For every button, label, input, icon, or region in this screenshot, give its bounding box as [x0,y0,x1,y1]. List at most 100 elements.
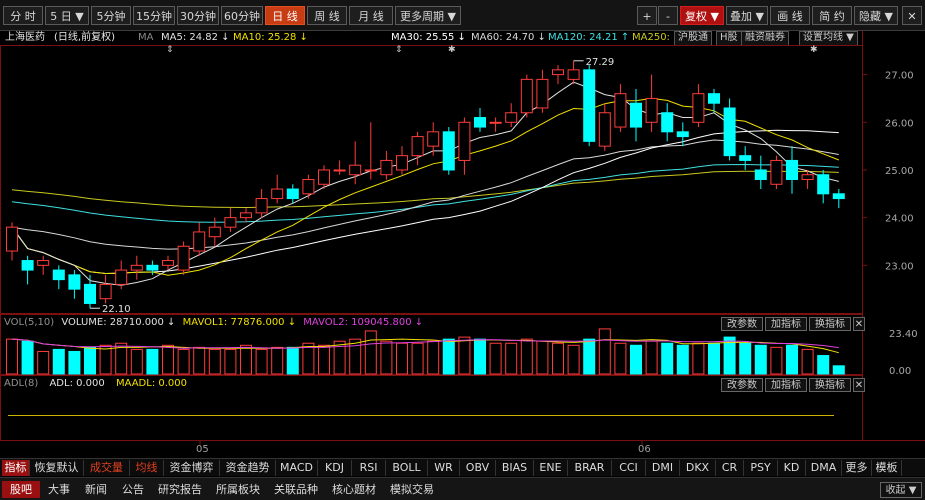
candle-body [520,78,533,114]
volume-bar [458,336,471,375]
indicator-tab-6[interactable]: MACD [276,460,318,476]
candle-body [177,245,190,271]
bottom-tab-2[interactable]: 新闻 [78,481,114,498]
indicator-tab-18[interactable]: CR [716,460,744,476]
volume-bar [286,346,299,375]
volume-bar [520,338,533,375]
volume-bar [474,338,486,375]
candle-body [458,121,471,161]
volume-bar [396,342,408,375]
bottom-tab-1[interactable]: 大事 [42,481,76,498]
vol-change-indicator-button[interactable]: 换指标 [809,317,851,331]
ma5-line [11,81,839,286]
collapse-button[interactable]: 收起 ▼ [880,482,922,498]
volume-tick-label: 0.00 [889,366,911,377]
indicator-tab-17[interactable]: DKX [680,460,716,476]
candle-body [786,159,798,181]
indicator-tab-1[interactable]: 恢复默认 [30,460,84,476]
indicator-tab-14[interactable]: BRAR [568,460,612,476]
adl-add-indicator-button[interactable]: 加指标 [765,378,807,392]
candle-body [52,269,65,281]
indicator-tab-13[interactable]: ENE [534,460,568,476]
volume-bar [146,348,159,375]
indicator-tab-7[interactable]: KDJ [318,460,352,476]
volume-bar [754,344,767,375]
mavol1-value: MAVOL1: 77876.000 ↓ [182,317,297,328]
adl-edit-params-button[interactable]: 改参数 [721,378,763,392]
volume-bar [411,342,424,375]
marker-icon: ✱ [448,45,456,55]
indicator-tab-9[interactable]: BOLL [386,460,428,476]
candle-body [708,93,720,104]
indicator-tab-12[interactable]: BIAS [496,460,534,476]
volume-bar [99,344,112,375]
volume-bar [676,344,689,375]
volume-bar [224,348,237,375]
volume-bar [630,344,642,375]
candle-body [255,198,268,214]
ma60-line [11,139,839,250]
indicator-tab-3[interactable]: 均线 [130,460,164,476]
indicator-tab-11[interactable]: OBV [460,460,496,476]
candlesticks [6,60,845,309]
adl-change-indicator-button[interactable]: 换指标 [809,378,851,392]
volume-bar [193,346,206,375]
bottom-tab-3[interactable]: 公告 [116,481,150,498]
bottom-tab-5[interactable]: 所属板块 [210,481,266,498]
candle-body [318,169,330,185]
adl-close-icon[interactable]: ✕ [853,378,865,392]
mavol2-value: MAVOL2: 109045.800 ↓ [303,317,424,328]
adl-legend: ADL(8) ADL: 0.000 MAADL: 0.000 [4,378,187,390]
ma10-line [11,97,839,276]
bottom-tab-6[interactable]: 关联品种 [268,481,324,498]
volume-bar [255,348,268,375]
indicator-tab-19[interactable]: PSY [744,460,778,476]
volume-bar [552,342,564,375]
kline-pane-frame [0,45,863,314]
candle-body [427,131,440,147]
indicator-tab-20[interactable]: KD [778,460,806,476]
candle-body [411,136,424,157]
volume-bar [770,346,783,375]
volume-bar [6,338,18,375]
candle-body [489,121,502,124]
indicator-tab-15[interactable]: CCI [612,460,646,476]
candle-body [676,131,689,138]
volume-axis: 23.40 0.00 [889,329,918,377]
candle-body [302,179,315,195]
marker-icon: ⇕ [166,45,174,55]
volume-bar [380,340,393,375]
bottom-tab-4[interactable]: 研究报告 [152,481,208,498]
marker-icon: ⇕ [395,45,403,55]
indicator-tab-16[interactable]: DMI [646,460,680,476]
indicator-tab-0[interactable]: 指标 [2,460,30,476]
indicator-tab-22[interactable]: 更多 [842,460,872,476]
date-label-05: 05 [196,444,209,455]
candle-body [505,112,518,123]
candle-body [146,264,159,271]
bottom-tab-7[interactable]: 核心题材 [326,481,382,498]
vol-edit-params-button[interactable]: 改参数 [721,317,763,331]
indicator-tab-2[interactable]: 成交量 [84,460,130,476]
indicator-tab-21[interactable]: DMA [806,460,842,476]
vol-close-icon[interactable]: ✕ [853,317,865,331]
vol-add-indicator-button[interactable]: 加指标 [765,317,807,331]
indicator-tab-10[interactable]: WR [428,460,460,476]
candle-body [770,159,783,185]
price-tick-label: 24.00 [885,214,914,225]
indicator-tab-5[interactable]: 资金趋势 [220,460,276,476]
adl-value: ADL: 0.000 [49,378,105,389]
bottom-tab-8[interactable]: 模拟交易 [384,481,440,498]
volume-bar [598,328,611,375]
candle-body [661,112,674,133]
candle-body [37,260,50,266]
indicator-tab-23[interactable]: 模板 [872,460,902,476]
volume-bar [786,344,798,375]
volume-bars [6,328,845,375]
bottom-tab-0[interactable]: 股吧 [2,481,40,498]
volume-bar [240,344,252,375]
indicator-tab-4[interactable]: 资金博弈 [164,460,220,476]
volume-bar [177,348,190,375]
indicator-tab-8[interactable]: RSI [352,460,386,476]
ma250-line [11,170,839,209]
